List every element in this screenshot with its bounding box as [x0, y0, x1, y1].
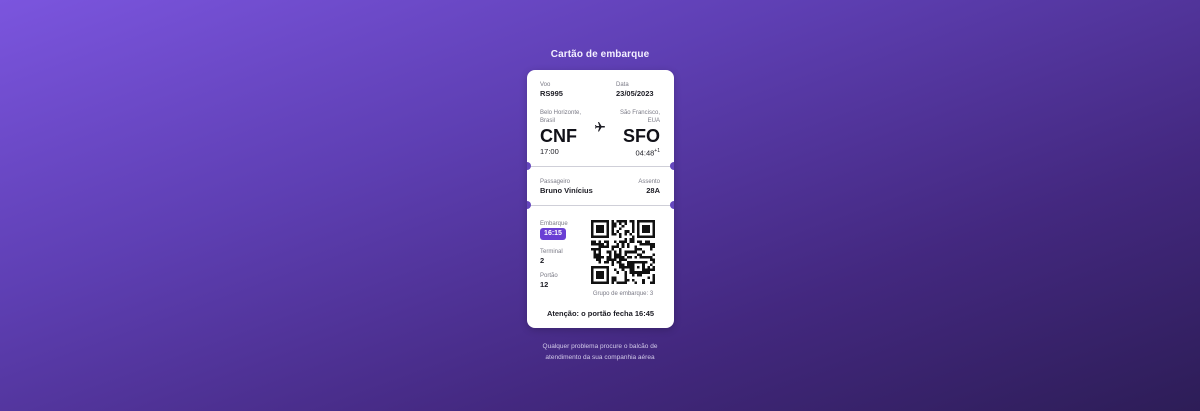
- flight-label: Voo: [540, 82, 551, 88]
- airplane-icon: [595, 122, 605, 132]
- terminal-label: Terminal: [540, 249, 563, 255]
- notch-left: [527, 201, 531, 209]
- origin-country: Brasil: [540, 118, 556, 124]
- arrival-day-offset: +1: [654, 148, 660, 154]
- qr-code: [591, 220, 655, 284]
- gate-closing-warning: Atenção: o portão fecha 16:45: [546, 309, 655, 318]
- notch-left: [527, 162, 531, 170]
- date-label: Data: [616, 82, 629, 88]
- terminal-number: 2: [540, 256, 545, 265]
- destination-code: SFO: [622, 126, 660, 146]
- boarding-pass-card: Voo RS995 Data 23/05/2023 Belo Horizonte…: [527, 70, 674, 328]
- departure-time: 17:00: [540, 147, 559, 156]
- gate-number: 12: [540, 280, 549, 289]
- seat-label: Assento: [638, 179, 660, 185]
- arrival-time: 04:48+1: [636, 147, 660, 158]
- footer-line-1: Qualquer problema procure o balcão de: [542, 343, 658, 350]
- notch-right: [670, 162, 674, 170]
- arrival-time-value: 04:48: [635, 148, 655, 158]
- divider: [527, 205, 674, 206]
- divider: [527, 166, 674, 167]
- gate-label: Portão: [540, 273, 558, 279]
- origin-code: CNF: [540, 126, 577, 146]
- passenger-name: Bruno Vinícius: [540, 186, 593, 195]
- destination-city: São Francisco,: [619, 110, 660, 116]
- boarding-label: Embarque: [540, 221, 568, 227]
- origin-city: Belo Horizonte,: [540, 110, 582, 116]
- notch-right: [670, 201, 674, 209]
- flight-date: 23/05/2023: [616, 89, 654, 98]
- destination-country: EUA: [647, 118, 660, 124]
- seat-number: 28A: [646, 186, 660, 195]
- boarding-time-badge: 16:15: [540, 228, 566, 240]
- flight-number: RS995: [540, 89, 563, 98]
- page-title: Cartão de embarque: [550, 49, 650, 60]
- passenger-label: Passageiro: [540, 179, 571, 185]
- footer-line-2: atendimento da sua companhia aérea: [545, 354, 655, 361]
- boarding-group: Grupo de embarque: 3: [592, 291, 654, 297]
